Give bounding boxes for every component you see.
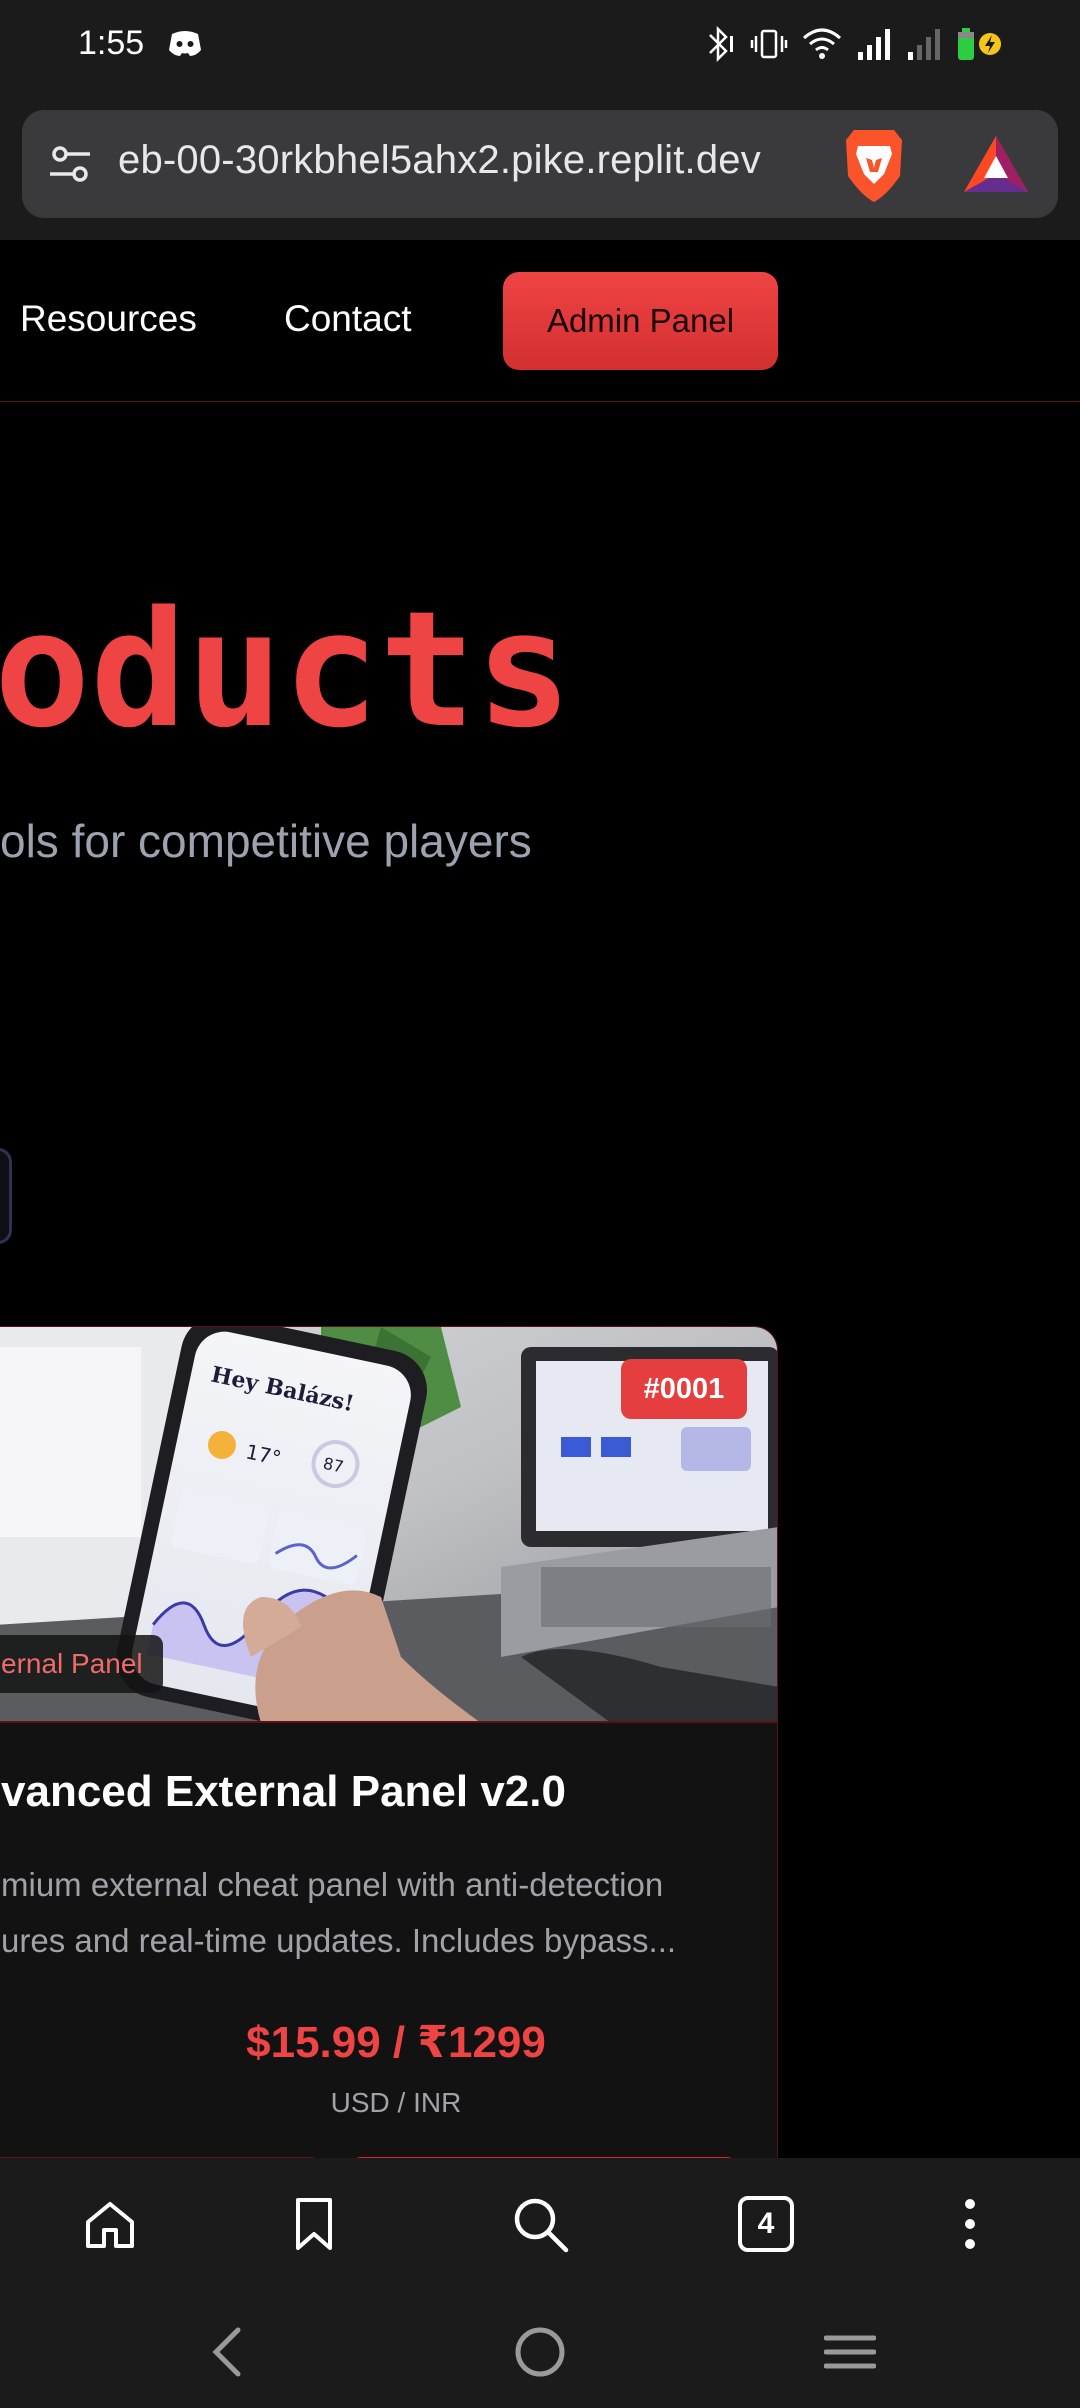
- recents-button[interactable]: [820, 2322, 880, 2382]
- product-category-badge: ernal Panel: [0, 1635, 163, 1693]
- brave-shields-icon[interactable]: [838, 124, 910, 204]
- product-title-text: vanced External Panel v2.0: [1, 1767, 566, 1816]
- more-vertical-icon: [965, 2199, 975, 2249]
- tab-count: 4: [757, 2207, 775, 2240]
- product-price-text: $15.99 / ₹1299: [246, 2018, 546, 2067]
- site-navigation: Resources Contact Admin Panel: [0, 240, 1080, 402]
- product-description-line: ures and real-time updates. Includes byp…: [1, 1922, 677, 1959]
- bookmark-icon: [296, 2198, 332, 2250]
- vibrate-icon: [750, 29, 788, 59]
- product-description-line: mium external cheat panel with anti-dete…: [1, 1866, 664, 1903]
- battery-charging-icon: [958, 28, 1001, 60]
- home-icon: [86, 2202, 134, 2248]
- signal-icon: [858, 29, 890, 60]
- search-button[interactable]: [508, 2192, 572, 2256]
- nav-link-resources[interactable]: Resources: [20, 298, 197, 340]
- circle-home-icon: [515, 2327, 565, 2377]
- url-text[interactable]: eb-00-30rkbhel5ahx2.pike.replit.dev: [118, 138, 838, 183]
- browser-url-area: eb-00-30rkbhel5ahx2.pike.replit.dev: [0, 90, 1080, 240]
- search-icon: [514, 2198, 569, 2253]
- page-subtitle: ols for competitive players: [0, 815, 532, 867]
- site-settings-icon[interactable]: [46, 140, 94, 188]
- signal-weak-icon: [908, 29, 940, 60]
- bluetooth-icon: [709, 26, 733, 62]
- status-icons: [702, 24, 1002, 64]
- menu-button[interactable]: [938, 2192, 1002, 2256]
- status-time: 1:55: [78, 24, 145, 62]
- back-icon: [212, 2327, 241, 2377]
- status-bar: 1:55: [0, 0, 1080, 90]
- filter-button[interactable]: [0, 1148, 12, 1244]
- product-title[interactable]: vanced External Panel v2.0: [0, 1767, 777, 1817]
- home-nav-button[interactable]: [510, 2322, 570, 2382]
- system-navigation-bar: [0, 2294, 1080, 2408]
- admin-panel-button[interactable]: Admin Panel: [503, 272, 778, 370]
- page-title: oducts: [0, 576, 572, 763]
- tabs-button[interactable]: 4: [734, 2192, 798, 2256]
- home-button[interactable]: [78, 2192, 142, 2256]
- product-currency: USD / INR: [0, 2087, 711, 2119]
- product-price: $15.99 / ₹1299: [0, 2017, 711, 2068]
- product-description: mium external cheat panel with anti-dete…: [0, 1857, 701, 1969]
- back-button[interactable]: [198, 2322, 258, 2382]
- bat-rewards-icon[interactable]: [962, 134, 1030, 194]
- wifi-icon: [803, 28, 841, 59]
- browser-bottom-toolbar: 4: [0, 2158, 1080, 2294]
- product-image: Hey Balázs! 17° 87 #0001 ernal Panel: [0, 1327, 777, 1723]
- product-currency-text: USD / INR: [330, 2087, 462, 2118]
- discord-icon: [169, 31, 201, 56]
- bookmarks-button[interactable]: [282, 2192, 346, 2256]
- address-bar[interactable]: eb-00-30rkbhel5ahx2.pike.replit.dev: [22, 110, 1058, 218]
- product-id-badge: #0001: [621, 1359, 747, 1419]
- nav-link-contact[interactable]: Contact: [284, 298, 412, 340]
- recents-icon: [824, 2335, 876, 2369]
